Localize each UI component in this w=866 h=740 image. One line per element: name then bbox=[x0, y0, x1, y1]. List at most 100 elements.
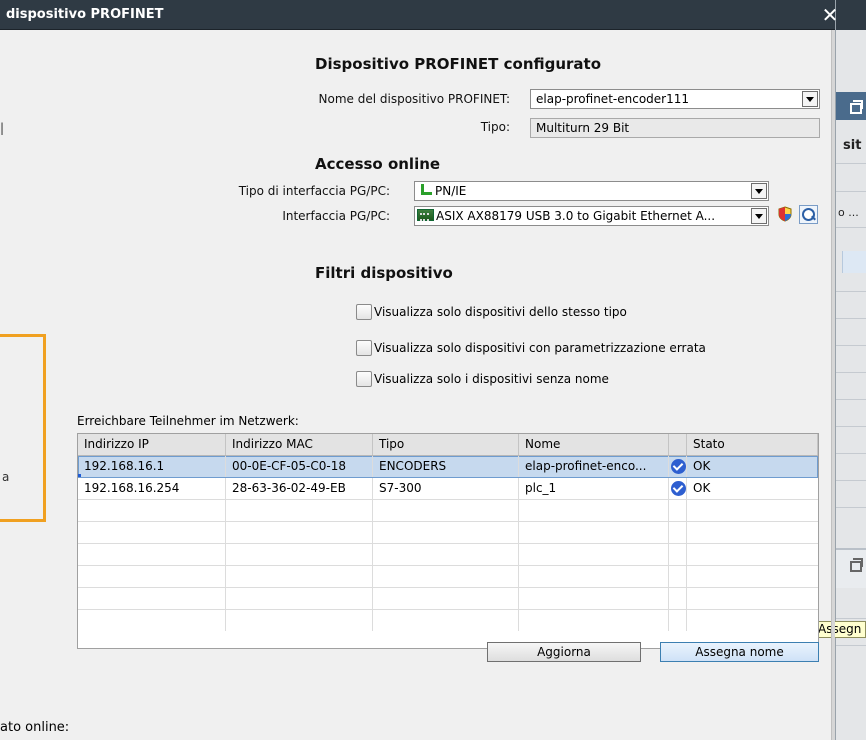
empty-cell bbox=[226, 522, 373, 543]
empty-cell bbox=[669, 566, 687, 587]
assign-name-button[interactable]: Assegna nome bbox=[660, 642, 819, 662]
checkbox[interactable] bbox=[356, 371, 372, 387]
checkbox[interactable] bbox=[356, 340, 372, 356]
row-cursor-marker bbox=[78, 474, 81, 477]
table-row-empty[interactable] bbox=[78, 588, 818, 610]
ok-check-icon bbox=[671, 459, 686, 474]
search-devices-button[interactable] bbox=[799, 205, 818, 224]
empty-cell bbox=[519, 588, 669, 609]
ok-check-icon bbox=[671, 481, 686, 496]
filter-label: Visualizza solo dispositivi dello stesso… bbox=[374, 305, 627, 319]
empty-cell bbox=[78, 522, 226, 543]
empty-cell bbox=[669, 610, 687, 631]
device-name-select[interactable]: elap-profinet-encoder111 bbox=[530, 89, 820, 109]
table-row-empty[interactable] bbox=[78, 500, 818, 522]
device-type-label: Tipo: bbox=[480, 120, 510, 134]
column-header-name[interactable]: Nome bbox=[519, 434, 669, 455]
network-caption: Erreichbare Teilnehmer im Netzwerk: bbox=[77, 414, 299, 428]
table-row-empty[interactable] bbox=[78, 566, 818, 588]
background-divider bbox=[836, 291, 866, 292]
background-divider bbox=[836, 426, 866, 427]
filter-same-type[interactable]: Visualizza solo dispositivi dello stesso… bbox=[356, 304, 627, 322]
chevron-down-icon[interactable] bbox=[751, 208, 767, 224]
background-divider bbox=[836, 480, 866, 481]
online-status-label: ato online: bbox=[0, 720, 70, 735]
device-name-value: elap-profinet-encoder111 bbox=[536, 92, 689, 106]
background-divider bbox=[836, 191, 866, 192]
background-divider bbox=[836, 645, 866, 646]
interface-value: ASIX AX88179 USB 3.0 to Gigabit Ethernet… bbox=[436, 209, 716, 223]
cell-status: OK bbox=[693, 459, 711, 473]
empty-cell bbox=[373, 566, 519, 587]
cell-type: S7-300 bbox=[373, 478, 519, 499]
empty-cell bbox=[687, 522, 818, 543]
background-divider bbox=[836, 372, 866, 373]
column-header-status[interactable]: Stato bbox=[687, 434, 818, 455]
table-row[interactable]: 192.168.16.1 00-0E-CF-05-C0-18 ENCODERS … bbox=[78, 456, 818, 478]
empty-cell bbox=[226, 566, 373, 587]
refresh-button[interactable]: Aggiorna bbox=[487, 642, 641, 662]
filter-label: Visualizza solo dispositivi con parametr… bbox=[374, 341, 706, 355]
interface-type-select[interactable]: PN/IE bbox=[414, 181, 769, 201]
background-label-sit: sit bbox=[843, 138, 862, 153]
column-header-mac[interactable]: Indirizzo MAC bbox=[226, 434, 373, 455]
chevron-down-icon[interactable] bbox=[802, 91, 818, 107]
background-divider bbox=[836, 399, 866, 400]
device-type-field: Multiturn 29 Bit bbox=[530, 118, 820, 138]
table-row[interactable]: 192.168.16.254 28-63-36-02-49-EB S7-300 … bbox=[78, 478, 818, 500]
interface-select[interactable]: ASIX AX88179 USB 3.0 to Gigabit Ethernet… bbox=[414, 206, 769, 226]
empty-cell bbox=[373, 588, 519, 609]
empty-cell bbox=[687, 500, 818, 521]
empty-cell bbox=[687, 610, 818, 631]
empty-cell bbox=[687, 588, 818, 609]
empty-cell bbox=[226, 544, 373, 565]
restore-window-icon[interactable] bbox=[850, 558, 863, 572]
empty-cell bbox=[78, 588, 226, 609]
accessible-devices-table: Indirizzo IP Indirizzo MAC Tipo Nome Sta… bbox=[77, 433, 819, 649]
empty-cell bbox=[669, 588, 687, 609]
shield-icon[interactable] bbox=[777, 206, 793, 222]
table-row-empty[interactable] bbox=[78, 610, 818, 632]
dialog-border bbox=[831, 30, 835, 740]
column-header-type[interactable]: Tipo bbox=[373, 434, 519, 455]
background-divider bbox=[836, 453, 866, 454]
cell-type: ENCODERS bbox=[373, 456, 519, 477]
background-fragment: a bbox=[2, 470, 10, 484]
interface-type-value: PN/IE bbox=[435, 184, 467, 198]
table-row-empty[interactable] bbox=[78, 544, 818, 566]
filter-no-name[interactable]: Visualizza solo i dispositivi senza nome bbox=[356, 371, 609, 389]
background-divider bbox=[836, 618, 866, 619]
empty-cell bbox=[78, 500, 226, 521]
empty-cell bbox=[373, 544, 519, 565]
background-divider bbox=[836, 345, 866, 346]
cell-mac: 00-0E-CF-05-C0-18 bbox=[226, 456, 373, 477]
background-divider bbox=[836, 227, 866, 228]
checkbox[interactable] bbox=[356, 304, 372, 320]
cell-status: OK bbox=[693, 481, 711, 495]
empty-cell bbox=[669, 544, 687, 565]
network-card-icon bbox=[417, 209, 434, 221]
chevron-down-icon[interactable] bbox=[751, 183, 767, 199]
close-icon[interactable]: ✕ bbox=[819, 4, 841, 26]
background-highlight-frame bbox=[0, 334, 46, 522]
interface-type-label: Tipo di interfaccia PG/PC: bbox=[238, 184, 390, 198]
cell-status-icon bbox=[669, 456, 687, 477]
empty-cell bbox=[669, 522, 687, 543]
cell-name: plc_1 bbox=[519, 478, 669, 499]
cell-ip: 192.168.16.254 bbox=[78, 478, 226, 499]
column-header-ip[interactable]: Indirizzo IP bbox=[78, 434, 226, 455]
empty-cell bbox=[519, 522, 669, 543]
table-row-empty[interactable] bbox=[78, 522, 818, 544]
filter-wrong-params[interactable]: Visualizza solo dispositivi con parametr… bbox=[356, 340, 706, 358]
device-filters-heading: Filtri dispositivo bbox=[315, 264, 453, 282]
cell-status-icon bbox=[669, 478, 687, 499]
empty-cell bbox=[226, 610, 373, 631]
background-highlight-cell[interactable] bbox=[842, 251, 866, 273]
background-divider bbox=[836, 318, 866, 319]
empty-cell bbox=[226, 500, 373, 521]
empty-cell bbox=[519, 500, 669, 521]
background-fragment: | bbox=[0, 121, 5, 135]
empty-cell bbox=[669, 500, 687, 521]
restore-window-icon[interactable] bbox=[850, 100, 863, 114]
column-header-icon[interactable] bbox=[669, 434, 687, 455]
